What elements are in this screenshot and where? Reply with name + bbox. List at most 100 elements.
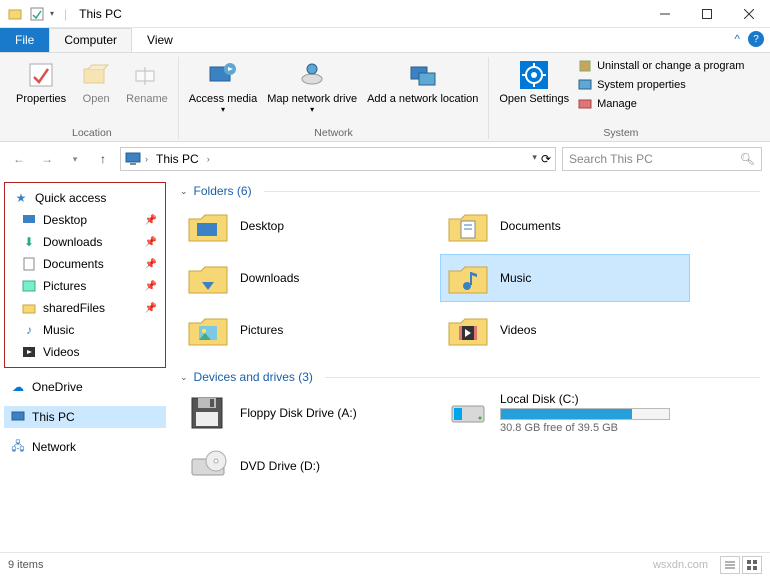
navigation-pane: ★ Quick access Desktop📌 ⬇ Downloads📌 Doc… [0, 176, 170, 556]
folder-pictures[interactable]: Pictures [180, 306, 430, 354]
disk-usage-bar [500, 408, 670, 420]
downloads-icon [186, 258, 230, 298]
settings-icon [518, 59, 550, 91]
nav-network[interactable]: 🖧 Network [4, 436, 166, 458]
rename-button[interactable]: Rename [122, 57, 172, 107]
rename-icon [131, 59, 163, 91]
open-button[interactable]: Open [72, 57, 120, 107]
pc-icon [10, 409, 26, 425]
pin-icon: 📌 [145, 303, 157, 314]
tab-view[interactable]: View [132, 28, 188, 52]
ribbon-tabs: File Computer View ^ ? [0, 28, 770, 52]
breadcrumb[interactable]: This PC [152, 152, 203, 166]
documents-icon [446, 206, 490, 246]
device-floppy[interactable]: Floppy Disk Drive (A:) [180, 388, 430, 438]
refresh-button[interactable]: ⟳ [541, 152, 551, 166]
add-location-icon [407, 59, 439, 91]
search-input[interactable]: Search This PC 🔍︎ [562, 147, 762, 171]
nav-onedrive[interactable]: ☁ OneDrive [4, 376, 166, 398]
app-icon [6, 5, 24, 23]
group-label-system: System [603, 126, 638, 139]
nav-videos[interactable]: Videos [7, 341, 163, 363]
ribbon: Properties Open Rename Location Access m… [0, 52, 770, 142]
folder-desktop[interactable]: Desktop [180, 202, 430, 250]
devices-group-header[interactable]: ⌄ Devices and drives (3) [180, 366, 760, 388]
help-icon[interactable]: ? [748, 31, 764, 47]
music-icon [446, 258, 490, 298]
status-bar: 9 items wsxdn.com [0, 552, 770, 576]
dvd-icon [186, 446, 230, 486]
folder-videos[interactable]: Videos [440, 306, 690, 354]
minimize-button[interactable] [644, 0, 686, 28]
uninstall-icon [577, 58, 593, 74]
pin-icon: 📌 [145, 215, 157, 226]
search-placeholder: Search This PC [569, 152, 653, 166]
nav-pictures[interactable]: Pictures📌 [7, 275, 163, 297]
ribbon-group-network: Access media ▾ Map network drive ▾ Add a… [179, 57, 490, 139]
system-small-buttons: Uninstall or change a program System pro… [575, 57, 746, 113]
floppy-icon [186, 393, 230, 433]
properties-button[interactable]: Properties [12, 57, 70, 107]
network-icon: 🖧 [10, 439, 26, 455]
access-media-button[interactable]: Access media ▾ [185, 57, 261, 116]
explorer-body: ★ Quick access Desktop📌 ⬇ Downloads📌 Doc… [0, 176, 770, 556]
music-icon: ♪ [21, 322, 37, 338]
nav-music[interactable]: ♪ Music [7, 319, 163, 341]
qat-dropdown-icon[interactable]: ▾ [50, 9, 54, 18]
up-button[interactable]: ↑ [92, 148, 114, 170]
tab-file[interactable]: File [0, 28, 49, 52]
nav-desktop[interactable]: Desktop📌 [7, 209, 163, 231]
group-label-network: Network [314, 126, 353, 139]
chevron-down-icon[interactable]: ⌄ [180, 186, 188, 197]
folder-downloads[interactable]: Downloads [180, 254, 430, 302]
pictures-icon [21, 278, 37, 294]
quick-access-toolbar: ▾ [0, 5, 60, 23]
collapse-ribbon-icon[interactable]: ^ [734, 32, 740, 46]
open-settings-button[interactable]: Open Settings [495, 57, 573, 107]
folder-documents[interactable]: Documents [440, 202, 690, 250]
nav-quick-access[interactable]: ★ Quick access [7, 187, 163, 209]
address-dropdown-icon[interactable]: ▾ [532, 152, 537, 166]
close-button[interactable] [728, 0, 770, 28]
ribbon-group-system: Open Settings Uninstall or change a prog… [489, 57, 752, 139]
tab-computer[interactable]: Computer [49, 28, 132, 52]
search-icon[interactable]: 🔍︎ [740, 152, 755, 166]
device-dvd[interactable]: DVD Drive (D:) [180, 442, 430, 490]
manage-button[interactable]: Manage [575, 95, 746, 113]
devices-tiles: Floppy Disk Drive (A:) Local Disk (C:) 3… [180, 388, 760, 490]
nav-this-pc[interactable]: This PC [4, 406, 166, 428]
videos-icon [446, 310, 490, 350]
chevron-down-icon[interactable]: ⌄ [180, 372, 188, 383]
title-bar: ▾ | This PC [0, 0, 770, 28]
folders-group-header[interactable]: ⌄ Folders (6) [180, 180, 760, 202]
system-properties-button[interactable]: System properties [575, 76, 746, 94]
pin-icon: 📌 [145, 281, 157, 292]
chevron-right-icon[interactable]: › [207, 154, 210, 164]
view-large-icons-button[interactable] [742, 556, 762, 574]
folder-icon [21, 300, 37, 316]
quick-access-highlight: ★ Quick access Desktop📌 ⬇ Downloads📌 Doc… [4, 182, 166, 368]
qat-properties-icon[interactable] [28, 5, 46, 23]
maximize-button[interactable] [686, 0, 728, 28]
folder-music[interactable]: Music [440, 254, 690, 302]
nav-downloads[interactable]: ⬇ Downloads📌 [7, 231, 163, 253]
properties-icon [25, 59, 57, 91]
map-drive-icon [296, 59, 328, 91]
back-button[interactable]: ← [8, 148, 30, 170]
address-box[interactable]: › This PC › ▾ ⟳ [120, 147, 556, 171]
uninstall-button[interactable]: Uninstall or change a program [575, 57, 746, 75]
device-local-disk-c[interactable]: Local Disk (C:) 30.8 GB free of 39.5 GB [440, 388, 690, 438]
desktop-icon [21, 212, 37, 228]
chevron-right-icon[interactable]: › [145, 154, 148, 164]
window-title: This PC [71, 7, 122, 21]
pictures-icon [186, 310, 230, 350]
view-details-button[interactable] [720, 556, 740, 574]
forward-button[interactable]: → [36, 148, 58, 170]
nav-documents[interactable]: Documents📌 [7, 253, 163, 275]
nav-sharedfiles[interactable]: sharedFiles📌 [7, 297, 163, 319]
map-network-drive-button[interactable]: Map network drive ▾ [263, 57, 361, 116]
recent-locations-button[interactable]: ▾ [64, 148, 86, 170]
add-network-location-button[interactable]: Add a network location [363, 57, 482, 107]
watermark: wsxdn.com [653, 559, 708, 571]
open-icon [80, 59, 112, 91]
